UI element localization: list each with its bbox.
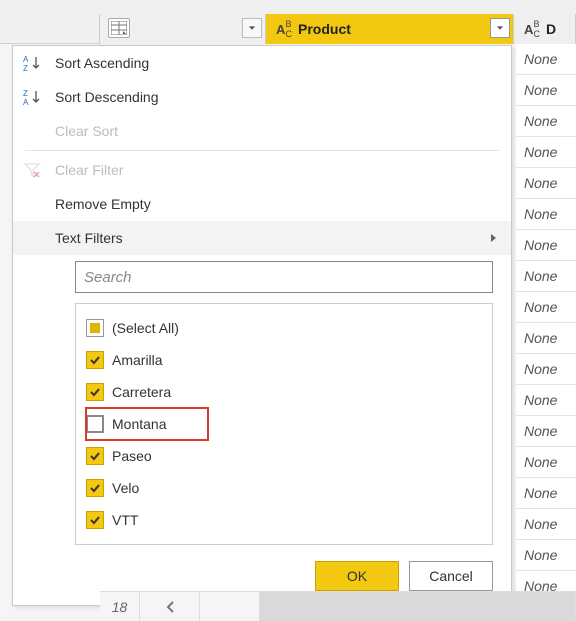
data-cell[interactable]: None: [516, 137, 576, 168]
svg-text:Z: Z: [23, 89, 28, 98]
data-cell[interactable]: None: [516, 75, 576, 106]
column-label: D: [544, 21, 556, 37]
column-dropdown-button[interactable]: [242, 18, 262, 38]
svg-text:A: A: [23, 98, 29, 106]
filter-value-item[interactable]: Paseo: [86, 440, 482, 472]
remove-empty-item[interactable]: Remove Empty: [13, 187, 511, 221]
data-cell[interactable]: None: [516, 540, 576, 571]
svg-text:A: A: [23, 55, 29, 64]
filter-value-label: Montana: [112, 416, 166, 432]
data-cell[interactable]: None: [516, 261, 576, 292]
filter-value-item[interactable]: Amarilla: [86, 344, 482, 376]
filter-value-label: Amarilla: [112, 352, 163, 368]
table-options-icon[interactable]: [108, 18, 130, 38]
menu-label: Clear Sort: [55, 123, 118, 139]
data-cell[interactable]: None: [516, 385, 576, 416]
checkbox-checked-icon[interactable]: [86, 447, 104, 465]
clear-filter-item: Clear Filter: [13, 153, 511, 187]
data-cell[interactable]: None: [516, 230, 576, 261]
data-cell[interactable]: None: [516, 168, 576, 199]
checkbox-checked-icon[interactable]: [86, 511, 104, 529]
checkbox-checked-icon[interactable]: [86, 351, 104, 369]
menu-separator: [25, 150, 499, 151]
clear-filter-icon: [23, 161, 55, 179]
footer-scrollbar[interactable]: [260, 592, 576, 621]
filter-value-label: Velo: [112, 480, 139, 496]
menu-label: Remove Empty: [55, 196, 151, 212]
filter-value-label: Paseo: [112, 448, 152, 464]
checkbox-unchecked-icon[interactable]: [86, 415, 104, 433]
data-cell[interactable]: None: [516, 44, 576, 75]
button-label: Cancel: [429, 568, 473, 584]
filter-popup: AZ Sort Ascending ZA Sort Descending Cle…: [12, 45, 512, 606]
clear-sort-item: Clear Sort: [13, 114, 511, 148]
menu-label: Clear Filter: [55, 162, 123, 178]
text-filters-item[interactable]: Text Filters: [13, 221, 511, 255]
rownum-header: [0, 14, 100, 44]
sort-asc-icon: AZ: [23, 54, 55, 72]
column-header-d[interactable]: ABC D: [514, 14, 576, 44]
filter-value-label: Carretera: [112, 384, 171, 400]
filter-value-item[interactable]: Velo: [86, 472, 482, 504]
menu-label: Sort Ascending: [55, 55, 149, 71]
filter-values-list: (Select All) Amarilla Carretera Montana …: [75, 303, 493, 545]
data-cell[interactable]: None: [516, 478, 576, 509]
submenu-arrow-icon: [490, 230, 497, 246]
filter-value-item[interactable]: VTT: [86, 504, 482, 536]
button-label: OK: [347, 568, 367, 584]
data-cell[interactable]: None: [516, 106, 576, 137]
filter-value-label: VTT: [112, 512, 138, 528]
text-type-icon: ABC: [272, 19, 296, 39]
sort-desc-icon: ZA: [23, 88, 55, 106]
footer-scroll-left[interactable]: [140, 592, 200, 621]
data-cell[interactable]: None: [516, 447, 576, 478]
data-cell[interactable]: None: [516, 323, 576, 354]
filter-value-item[interactable]: Carretera: [86, 376, 482, 408]
text-type-icon: ABC: [520, 19, 544, 39]
filter-value-label: (Select All): [112, 320, 179, 336]
footer-strip: 18: [100, 591, 576, 621]
sort-descending-item[interactable]: ZA Sort Descending: [13, 80, 511, 114]
checkbox-checked-icon[interactable]: [86, 383, 104, 401]
column-label: Product: [296, 21, 351, 37]
footer-row-number: 18: [100, 592, 140, 621]
column-dropdown-button[interactable]: [490, 18, 510, 38]
data-cell[interactable]: None: [516, 199, 576, 230]
menu-label: Sort Descending: [55, 89, 159, 105]
visible-data-column: None None None None None None None None …: [516, 44, 576, 621]
data-cell[interactable]: None: [516, 416, 576, 447]
data-cell[interactable]: None: [516, 354, 576, 385]
svg-text:Z: Z: [23, 64, 28, 72]
column-header-row: ABC Product ABC D: [0, 0, 576, 44]
data-cell[interactable]: None: [516, 292, 576, 323]
checkbox-mixed-icon[interactable]: [86, 319, 104, 337]
filter-value-select-all[interactable]: (Select All): [86, 312, 482, 344]
footer-spacer: [200, 592, 260, 621]
sort-ascending-item[interactable]: AZ Sort Ascending: [13, 46, 511, 80]
cancel-button[interactable]: Cancel: [409, 561, 493, 591]
filter-value-item-highlighted[interactable]: Montana: [86, 408, 208, 440]
checkbox-checked-icon[interactable]: [86, 479, 104, 497]
column-header-product[interactable]: ABC Product: [266, 14, 514, 44]
ok-button[interactable]: OK: [315, 561, 399, 591]
data-cell[interactable]: None: [516, 509, 576, 540]
search-input[interactable]: [75, 261, 493, 293]
menu-label: Text Filters: [55, 230, 123, 246]
